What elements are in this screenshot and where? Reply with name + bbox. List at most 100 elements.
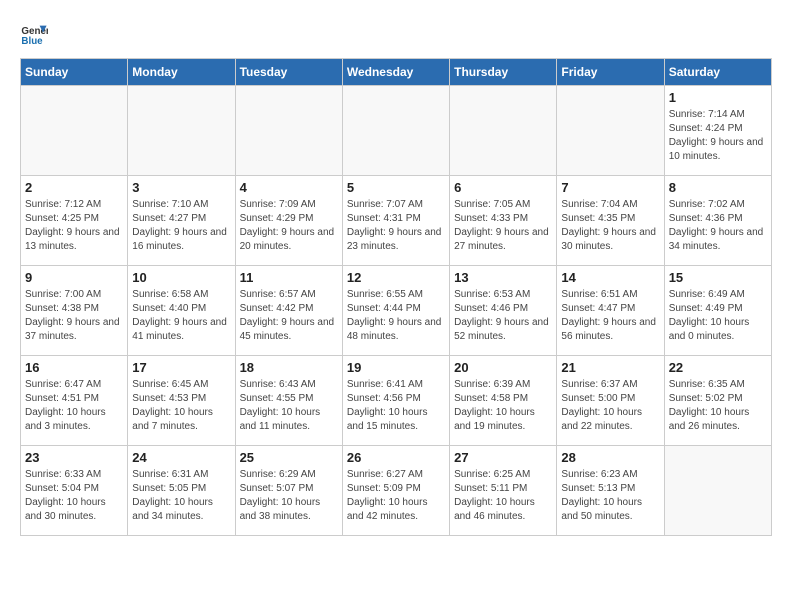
day-number: 13: [454, 270, 552, 285]
day-number: 18: [240, 360, 338, 375]
day-info: Sunrise: 7:09 AM Sunset: 4:29 PM Dayligh…: [240, 198, 338, 254]
calendar-week-3: 9 Sunrise: 7:00 AM Sunset: 4:38 PM Daylig…: [21, 266, 772, 356]
day-info: Sunrise: 7:10 AM Sunset: 4:27 PM Dayligh…: [132, 198, 230, 254]
calendar-cell: 16 Sunrise: 6:47 AM Sunset: 4:51 PM Dayli…: [21, 356, 128, 446]
day-number: 23: [25, 450, 123, 465]
day-number: 15: [669, 270, 767, 285]
day-number: 5: [347, 180, 445, 195]
header: General Blue: [20, 20, 772, 48]
day-number: 14: [561, 270, 659, 285]
calendar-cell: [664, 446, 771, 536]
calendar-cell: 23 Sunrise: 6:33 AM Sunset: 5:04 PM Dayli…: [21, 446, 128, 536]
calendar-cell: 22 Sunrise: 6:35 AM Sunset: 5:02 PM Dayli…: [664, 356, 771, 446]
calendar-cell: 19Sunrise: 6:41 AM Sunset: 4:56 PM Dayli…: [342, 356, 449, 446]
day-info: Sunrise: 6:25 AM Sunset: 5:11 PM Dayligh…: [454, 468, 552, 524]
day-number: 1: [669, 90, 767, 105]
calendar-cell: 18 Sunrise: 6:43 AM Sunset: 4:55 PM Dayli…: [235, 356, 342, 446]
calendar-cell: 26 Sunrise: 6:27 AM Sunset: 5:09 PM Dayli…: [342, 446, 449, 536]
day-info: Sunrise: 6:29 AM Sunset: 5:07 PM Dayligh…: [240, 468, 338, 524]
day-number: 3: [132, 180, 230, 195]
weekday-header-friday: Friday: [557, 59, 664, 86]
day-number: 2: [25, 180, 123, 195]
calendar-cell: 27 Sunrise: 6:25 AM Sunset: 5:11 PM Dayli…: [450, 446, 557, 536]
calendar-cell: 5 Sunrise: 7:07 AM Sunset: 4:31 PM Daylig…: [342, 176, 449, 266]
day-number: 22: [669, 360, 767, 375]
calendar-cell: 10 Sunrise: 6:58 AM Sunset: 4:40 PM Dayli…: [128, 266, 235, 356]
calendar: SundayMondayTuesdayWednesdayThursdayFrid…: [20, 58, 772, 536]
day-info: Sunrise: 7:05 AM Sunset: 4:33 PM Dayligh…: [454, 198, 552, 254]
day-info: Sunrise: 7:00 AM Sunset: 4:38 PM Dayligh…: [25, 288, 123, 344]
day-info: Sunrise: 6:41 AM Sunset: 4:56 PM Dayligh…: [347, 378, 445, 434]
day-number: 28: [561, 450, 659, 465]
day-info: Sunrise: 6:27 AM Sunset: 5:09 PM Dayligh…: [347, 468, 445, 524]
day-number: 10: [132, 270, 230, 285]
day-info: Sunrise: 7:07 AM Sunset: 4:31 PM Dayligh…: [347, 198, 445, 254]
day-info: Sunrise: 6:35 AM Sunset: 5:02 PM Dayligh…: [669, 378, 767, 434]
day-number: 9: [25, 270, 123, 285]
day-number: 6: [454, 180, 552, 195]
day-number: 25: [240, 450, 338, 465]
day-info: Sunrise: 6:55 AM Sunset: 4:44 PM Dayligh…: [347, 288, 445, 344]
weekday-header-tuesday: Tuesday: [235, 59, 342, 86]
calendar-cell: 9 Sunrise: 7:00 AM Sunset: 4:38 PM Daylig…: [21, 266, 128, 356]
calendar-cell: [450, 86, 557, 176]
weekday-header-monday: Monday: [128, 59, 235, 86]
weekday-header-thursday: Thursday: [450, 59, 557, 86]
day-number: 24: [132, 450, 230, 465]
day-number: 11: [240, 270, 338, 285]
day-number: 26: [347, 450, 445, 465]
day-number: 4: [240, 180, 338, 195]
day-info: Sunrise: 6:23 AM Sunset: 5:13 PM Dayligh…: [561, 468, 659, 524]
weekday-header-row: SundayMondayTuesdayWednesdayThursdayFrid…: [21, 59, 772, 86]
calendar-cell: 7 Sunrise: 7:04 AM Sunset: 4:35 PM Daylig…: [557, 176, 664, 266]
day-number: 16: [25, 360, 123, 375]
calendar-cell: 20 Sunrise: 6:39 AM Sunset: 4:58 PM Dayli…: [450, 356, 557, 446]
calendar-cell: 3 Sunrise: 7:10 AM Sunset: 4:27 PM Daylig…: [128, 176, 235, 266]
calendar-cell: 14Sunrise: 6:51 AM Sunset: 4:47 PM Dayli…: [557, 266, 664, 356]
weekday-header-saturday: Saturday: [664, 59, 771, 86]
logo: General Blue: [20, 20, 48, 48]
svg-text:Blue: Blue: [21, 36, 43, 47]
day-number: 20: [454, 360, 552, 375]
calendar-cell: 8Sunrise: 7:02 AM Sunset: 4:36 PM Daylig…: [664, 176, 771, 266]
day-info: Sunrise: 7:04 AM Sunset: 4:35 PM Dayligh…: [561, 198, 659, 254]
day-info: Sunrise: 6:39 AM Sunset: 4:58 PM Dayligh…: [454, 378, 552, 434]
calendar-cell: 11 Sunrise: 6:57 AM Sunset: 4:42 PM Dayli…: [235, 266, 342, 356]
day-info: Sunrise: 6:58 AM Sunset: 4:40 PM Dayligh…: [132, 288, 230, 344]
calendar-cell: 13 Sunrise: 6:53 AM Sunset: 4:46 PM Dayli…: [450, 266, 557, 356]
day-info: Sunrise: 6:31 AM Sunset: 5:05 PM Dayligh…: [132, 468, 230, 524]
day-number: 8: [669, 180, 767, 195]
day-info: Sunrise: 6:37 AM Sunset: 5:00 PM Dayligh…: [561, 378, 659, 434]
logo-icon: General Blue: [20, 20, 48, 48]
calendar-cell: 12 Sunrise: 6:55 AM Sunset: 4:44 PM Dayli…: [342, 266, 449, 356]
calendar-cell: [128, 86, 235, 176]
calendar-cell: 1 Sunrise: 7:14 AM Sunset: 4:24 PM Daylig…: [664, 86, 771, 176]
calendar-cell: 21Sunrise: 6:37 AM Sunset: 5:00 PM Dayli…: [557, 356, 664, 446]
day-number: 17: [132, 360, 230, 375]
day-info: Sunrise: 7:14 AM Sunset: 4:24 PM Dayligh…: [669, 108, 767, 164]
calendar-cell: 24 Sunrise: 6:31 AM Sunset: 5:05 PM Dayli…: [128, 446, 235, 536]
day-info: Sunrise: 7:12 AM Sunset: 4:25 PM Dayligh…: [25, 198, 123, 254]
calendar-cell: 6 Sunrise: 7:05 AM Sunset: 4:33 PM Daylig…: [450, 176, 557, 266]
day-info: Sunrise: 6:49 AM Sunset: 4:49 PM Dayligh…: [669, 288, 767, 344]
day-number: 7: [561, 180, 659, 195]
calendar-week-1: 1 Sunrise: 7:14 AM Sunset: 4:24 PM Daylig…: [21, 86, 772, 176]
calendar-cell: [342, 86, 449, 176]
calendar-cell: 2 Sunrise: 7:12 AM Sunset: 4:25 PM Daylig…: [21, 176, 128, 266]
calendar-week-5: 23 Sunrise: 6:33 AM Sunset: 5:04 PM Dayli…: [21, 446, 772, 536]
day-info: Sunrise: 6:57 AM Sunset: 4:42 PM Dayligh…: [240, 288, 338, 344]
calendar-week-2: 2 Sunrise: 7:12 AM Sunset: 4:25 PM Daylig…: [21, 176, 772, 266]
day-number: 27: [454, 450, 552, 465]
day-number: 12: [347, 270, 445, 285]
day-info: Sunrise: 6:43 AM Sunset: 4:55 PM Dayligh…: [240, 378, 338, 434]
calendar-cell: 4 Sunrise: 7:09 AM Sunset: 4:29 PM Daylig…: [235, 176, 342, 266]
weekday-header-wednesday: Wednesday: [342, 59, 449, 86]
day-info: Sunrise: 6:47 AM Sunset: 4:51 PM Dayligh…: [25, 378, 123, 434]
calendar-week-4: 16 Sunrise: 6:47 AM Sunset: 4:51 PM Dayli…: [21, 356, 772, 446]
calendar-cell: 15 Sunrise: 6:49 AM Sunset: 4:49 PM Dayli…: [664, 266, 771, 356]
day-info: Sunrise: 6:53 AM Sunset: 4:46 PM Dayligh…: [454, 288, 552, 344]
day-info: Sunrise: 6:45 AM Sunset: 4:53 PM Dayligh…: [132, 378, 230, 434]
calendar-cell: [235, 86, 342, 176]
day-info: Sunrise: 6:33 AM Sunset: 5:04 PM Dayligh…: [25, 468, 123, 524]
calendar-cell: [21, 86, 128, 176]
